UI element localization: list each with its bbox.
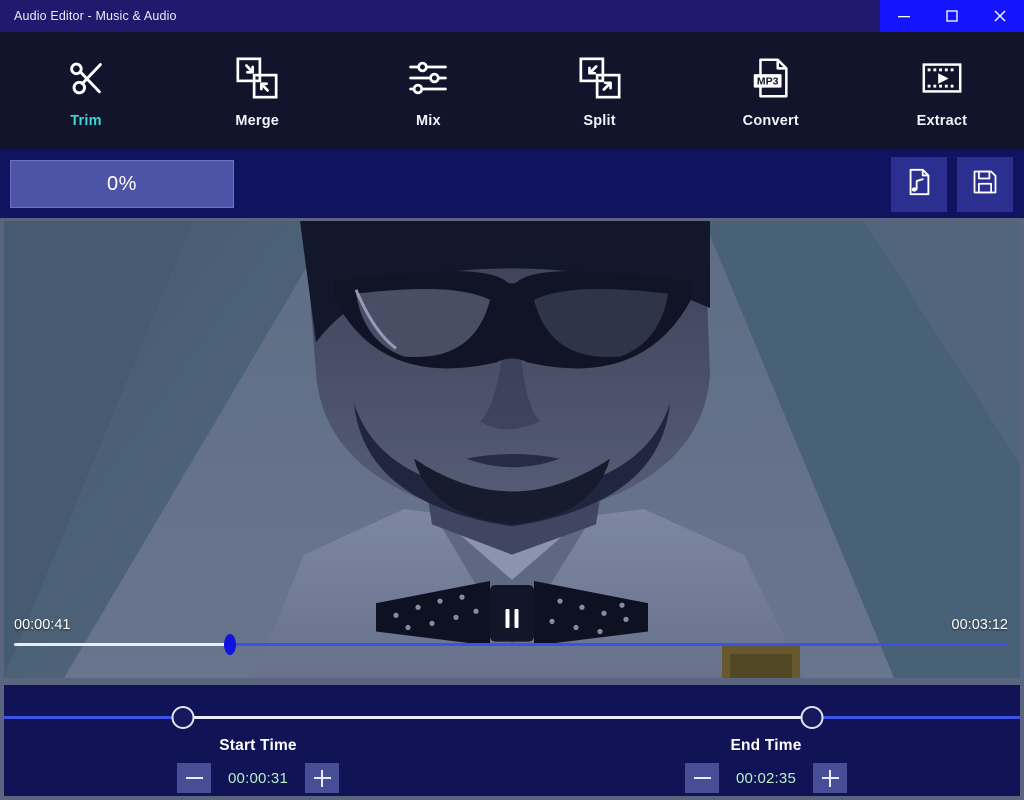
tool-trim[interactable]: Trim	[26, 53, 146, 129]
total-time-label: 00:03:12	[951, 617, 1008, 633]
start-time-label: Start Time	[219, 737, 297, 754]
close-icon	[993, 9, 1007, 23]
pause-button[interactable]	[505, 609, 519, 628]
trim-panel: Start Time 00:00:31 End Time 00:02:35	[0, 682, 1024, 800]
minimize-icon	[897, 9, 911, 23]
end-time-field: End Time 00:02:35	[512, 737, 1020, 793]
trim-range-slider[interactable]	[4, 706, 1020, 730]
playhead-handle[interactable]	[224, 634, 237, 655]
start-time-stepper: 00:00:31	[177, 763, 339, 793]
range-track-after	[811, 716, 1020, 719]
start-time-field: Start Time 00:00:31	[4, 737, 512, 793]
current-time-label: 00:00:41	[14, 617, 71, 633]
end-time-handle[interactable]	[800, 706, 824, 729]
tool-merge[interactable]: Merge	[197, 53, 317, 129]
start-time-value[interactable]: 00:00:31	[219, 770, 297, 787]
tool-label: Split	[583, 113, 616, 129]
tool-label: Convert	[742, 113, 799, 129]
range-track-before	[4, 716, 183, 719]
tool-split[interactable]: Split	[540, 53, 660, 129]
maximize-button[interactable]	[928, 0, 976, 32]
mp3-file-icon: MP3	[748, 53, 794, 103]
tool-label: Merge	[235, 113, 280, 129]
floppy-save-icon	[971, 168, 999, 201]
save-button[interactable]	[957, 156, 1013, 212]
seek-track-played	[14, 643, 231, 646]
sliders-icon	[406, 53, 450, 103]
range-track-selected	[182, 716, 812, 719]
tool-convert[interactable]: MP3 Convert	[711, 53, 831, 129]
plus-icon	[313, 769, 331, 787]
preview-panel: 00:00:41 00:03:12	[0, 218, 1024, 682]
tool-extract[interactable]: Extract	[882, 53, 1002, 129]
time-fields: Start Time 00:00:31 End Time 00:02:35	[4, 737, 1020, 793]
end-time-stepper: 00:02:35	[685, 763, 847, 793]
minus-icon	[185, 777, 203, 779]
progress-bar-row: 0%	[0, 150, 1024, 218]
video-preview[interactable]: 00:00:41 00:03:12	[4, 221, 1020, 678]
close-button[interactable]	[976, 0, 1024, 32]
pause-icon-bar-left	[505, 609, 510, 628]
minimize-button[interactable]	[880, 0, 928, 32]
seek-track-remaining	[230, 643, 1008, 646]
merge-icon	[234, 53, 280, 103]
split-icon	[577, 53, 623, 103]
pause-icon-bar-right	[514, 609, 519, 628]
end-time-increase-button[interactable]	[813, 763, 847, 793]
tool-label: Trim	[70, 113, 102, 129]
plus-icon	[821, 769, 839, 787]
maximize-icon	[945, 9, 959, 23]
music-file-icon	[904, 167, 934, 202]
end-time-decrease-button[interactable]	[685, 763, 719, 793]
add-audio-button[interactable]	[891, 156, 947, 212]
progress-actions	[891, 156, 1013, 212]
end-time-value[interactable]: 00:02:35	[727, 770, 805, 787]
film-play-icon	[919, 53, 965, 103]
tool-mix[interactable]: Mix	[368, 53, 488, 129]
seek-bar[interactable]	[14, 634, 1020, 655]
window-title: Audio Editor - Music & Audio	[14, 9, 177, 23]
app-window: Audio Editor - Music & Audio Trim Merge …	[0, 0, 1024, 800]
tool-label: Extract	[916, 113, 968, 129]
progress-bar: 0%	[10, 160, 234, 208]
title-bar: Audio Editor - Music & Audio	[0, 0, 1024, 32]
tool-label: Mix	[415, 113, 441, 129]
start-time-decrease-button[interactable]	[177, 763, 211, 793]
scissors-icon	[63, 53, 109, 103]
svg-text:MP3: MP3	[757, 76, 779, 88]
window-controls	[880, 0, 1024, 32]
minus-icon	[693, 777, 711, 779]
main-toolbar: Trim Merge Mix Split MP3 Convert Extract	[0, 32, 1024, 150]
end-time-label: End Time	[730, 737, 802, 754]
trim-panel-inner: Start Time 00:00:31 End Time 00:02:35	[4, 685, 1020, 796]
start-time-increase-button[interactable]	[305, 763, 339, 793]
progress-percent-label: 0%	[107, 172, 137, 195]
start-time-handle[interactable]	[171, 706, 195, 729]
